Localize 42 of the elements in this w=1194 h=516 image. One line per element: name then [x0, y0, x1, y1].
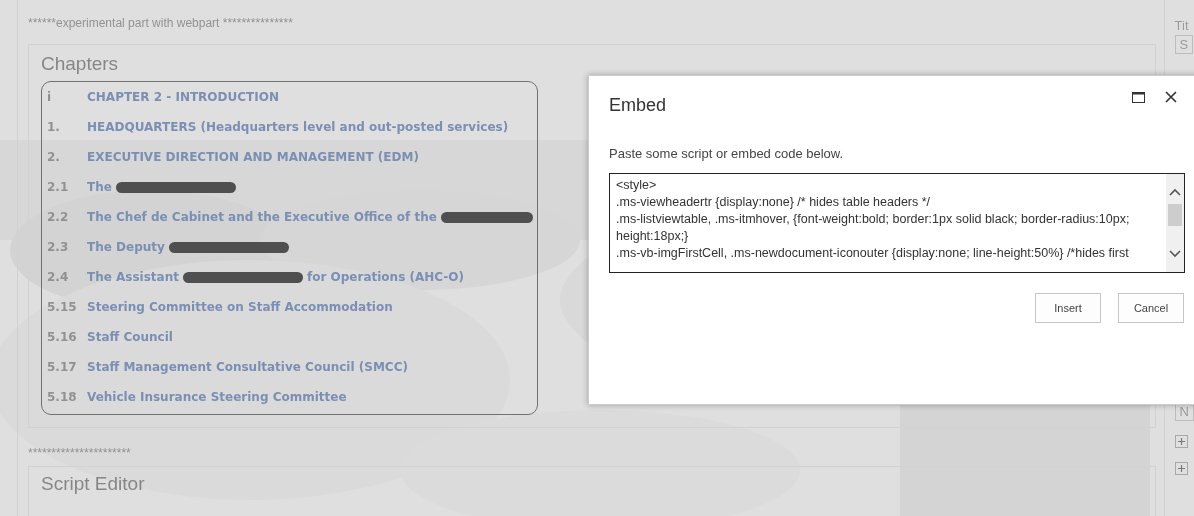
dialog-button[interactable]: Insert	[1035, 293, 1101, 323]
chapter-number: 2.3	[47, 240, 70, 254]
field-label: Tit	[1174, 18, 1189, 33]
chapter-link[interactable]: Vehicle Insurance Steering Committee	[87, 390, 347, 404]
instruction-text: Paste some script or embed code below.	[609, 146, 845, 161]
close-icon[interactable]	[1165, 91, 1177, 103]
dialog-title: Embed	[609, 93, 667, 116]
chapter-number: 5.18	[47, 390, 78, 404]
chapter-number: 2.4	[47, 270, 70, 284]
expand-icon[interactable]	[1174, 435, 1188, 448]
chapter-link[interactable]: The Assistant	[87, 270, 179, 284]
separator-note: **********************	[28, 446, 132, 462]
scroll-up-icon[interactable]	[1169, 188, 1181, 196]
chapter-number: i	[47, 90, 53, 104]
chapter-link[interactable]: The Deputy	[87, 240, 165, 254]
panel-title: Chapters	[41, 53, 120, 75]
chapter-link[interactable]: Steering Committee on Staff Accommodation	[87, 300, 393, 314]
chapter-link[interactable]: Staff Management Consultative Council (SMCC)	[87, 360, 408, 374]
chapter-link[interactable]: CHAPTER 2 - INTRODUCTION	[87, 90, 279, 104]
chapter-number: 2.2	[47, 210, 70, 224]
panel-title: Script Editor	[41, 473, 146, 495]
expand-icon[interactable]	[1174, 462, 1188, 475]
input-field[interactable]: S	[1174, 35, 1194, 54]
chapter-link[interactable]: Staff Council	[87, 330, 173, 344]
chapter-link[interactable]: The	[87, 180, 112, 194]
scroll-down-icon[interactable]	[1169, 250, 1181, 258]
chapter-link[interactable]: EXECUTIVE DIRECTION AND MANAGEMENT (EDM)	[87, 150, 419, 164]
chapter-link[interactable]: HEADQUARTERS (Headquarters level and out-posted services)	[87, 120, 509, 134]
chapter-number: 5.17	[47, 360, 78, 374]
code-field[interactable]: <style> .ms-viewheadertr {display:none} /* hides table headers */ .ms-listviewtable, .ms-itmhover, {font-weight:bold; border:1px solid black; border-radius:10px; height:18px;} .ms-vb-imgFirstCell, .ms-newdocument-iconouter {display:none; line-height:50%} /*hides first	[609, 173, 1185, 273]
chapter-number: 5.16	[47, 330, 78, 344]
chapter-link[interactable]: The Chef de Cabinet and the Executive Office of the	[87, 210, 437, 224]
chapter-number: 2.	[47, 150, 61, 164]
chapter-number: 2.1	[47, 180, 70, 194]
chapter-number: 1.	[47, 120, 61, 134]
chapter-link[interactable]: for Operations (AHC-O)	[307, 270, 465, 284]
page-note: ******experimental part with webpart ***************	[28, 16, 294, 32]
scroll-thumb[interactable]	[1168, 204, 1182, 226]
dialog-button[interactable]: Cancel	[1118, 293, 1184, 323]
chapter-number: 5.15	[47, 300, 78, 314]
scrollbar[interactable]	[1166, 174, 1184, 272]
maximize-icon[interactable]	[1132, 91, 1145, 103]
